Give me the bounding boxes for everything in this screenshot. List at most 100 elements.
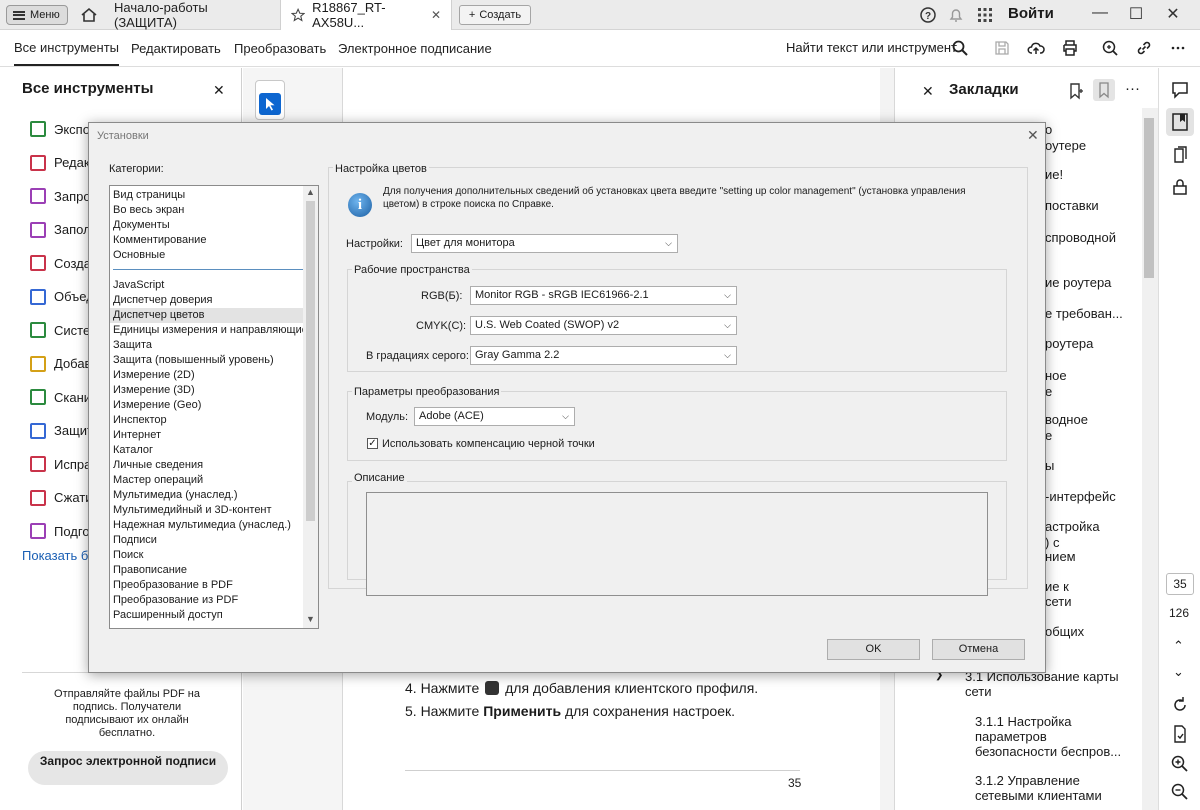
- more-options-icon[interactable]: [1169, 39, 1187, 57]
- bookmark-item[interactable]: ы: [1045, 458, 1054, 473]
- tab-e-sign[interactable]: Электронное подписание: [338, 30, 492, 66]
- category-item-selected[interactable]: Диспетчер цветов: [110, 308, 303, 323]
- categories-scrollbar[interactable]: ▲ ▼: [303, 186, 318, 628]
- star-icon[interactable]: [291, 7, 306, 23]
- scroll-down-icon[interactable]: ▼: [306, 614, 315, 624]
- tool-item[interactable]: Созда: [30, 252, 91, 274]
- bookmark-item[interactable]: сети: [965, 684, 992, 699]
- bookmark-item[interactable]: е: [1045, 384, 1052, 399]
- category-item[interactable]: Измерение (3D): [113, 383, 195, 398]
- bookmark-item[interactable]: ие к: [1045, 579, 1069, 594]
- close-bookmarks-icon[interactable]: ✕: [922, 83, 934, 100]
- category-item[interactable]: Инспектор: [113, 413, 167, 428]
- category-item[interactable]: Мультимедиа (унаслед.): [113, 488, 237, 503]
- categories-scroll-thumb[interactable]: [306, 201, 315, 521]
- print-icon[interactable]: [1061, 39, 1079, 57]
- prev-page-icon[interactable]: ⌃: [1173, 638, 1184, 654]
- category-item[interactable]: Во весь экран: [113, 203, 184, 218]
- pages-icon[interactable]: [1170, 145, 1190, 165]
- category-item[interactable]: Каталог: [113, 443, 153, 458]
- ok-button[interactable]: OK: [827, 639, 920, 660]
- bookmark-item[interactable]: ное: [1045, 368, 1067, 383]
- categories-list[interactable]: Вид страницы Во весь экран Документы Коммен…: [109, 185, 319, 629]
- bookmarks-menu-icon[interactable]: ···: [1125, 80, 1140, 97]
- tool-item[interactable]: Подго: [30, 520, 90, 542]
- bookmark-item[interactable]: -интерфейс: [1045, 489, 1116, 504]
- category-item[interactable]: Документы: [113, 218, 170, 233]
- bookmark-item[interactable]: нием: [1045, 549, 1076, 564]
- tab-edit[interactable]: Редактировать: [131, 30, 221, 66]
- link-icon[interactable]: [1135, 39, 1153, 57]
- category-item[interactable]: Надежная мультимедиа (унаслед.): [113, 518, 291, 533]
- home-icon[interactable]: [80, 6, 98, 24]
- comment-icon[interactable]: [1170, 80, 1190, 100]
- zoom-in-icon[interactable]: [1170, 754, 1190, 774]
- settings-select[interactable]: Цвет для монитора ⌵: [411, 234, 678, 253]
- bookmark-item[interactable]: 3.1.2 Управление: [975, 773, 1080, 788]
- category-item[interactable]: Вид страницы: [113, 188, 185, 203]
- save-icon[interactable]: [993, 39, 1011, 57]
- minimize-button[interactable]: —: [1089, 4, 1111, 26]
- category-item[interactable]: Комментирование: [113, 233, 206, 248]
- menu-button[interactable]: Меню: [6, 5, 68, 25]
- bookmark-item[interactable]: о: [1045, 122, 1052, 137]
- zoom-out-icon[interactable]: [1170, 782, 1190, 802]
- category-item[interactable]: Преобразование в PDF: [113, 578, 233, 593]
- category-item[interactable]: Подписи: [113, 533, 157, 548]
- cancel-button[interactable]: Отмена: [932, 639, 1025, 660]
- category-item[interactable]: Измерение (Geo): [113, 398, 201, 413]
- bookmark-item[interactable]: водное: [1045, 412, 1088, 427]
- dialog-close-icon[interactable]: ✕: [1027, 127, 1039, 144]
- tool-item[interactable]: Запол: [30, 219, 91, 241]
- tab-document[interactable]: R18867_RT-AX58U... ✕: [280, 0, 452, 30]
- apps-grid-icon[interactable]: [976, 6, 994, 24]
- sign-in-button[interactable]: Войти: [1008, 5, 1054, 22]
- show-more-link[interactable]: Показать бо: [22, 548, 96, 563]
- module-select[interactable]: Adobe (ACE) ⌵: [414, 407, 575, 426]
- select-pointer-button[interactable]: [259, 93, 281, 115]
- bookmarks-scroll-thumb[interactable]: [1144, 118, 1154, 278]
- bookmark-item[interactable]: ие роутера: [1045, 275, 1111, 290]
- lock-icon[interactable]: [1170, 177, 1190, 197]
- category-item[interactable]: Основные: [113, 248, 165, 263]
- tool-item[interactable]: Защит: [30, 420, 93, 442]
- category-item[interactable]: Измерение (2D): [113, 368, 195, 383]
- rgb-select[interactable]: Monitor RGB - sRGB IEC61966-2.1 ⌵: [470, 286, 737, 305]
- tab-all-tools[interactable]: Все инструменты: [14, 30, 119, 66]
- create-button[interactable]: + Создать: [459, 5, 531, 25]
- tool-item[interactable]: Скани: [30, 386, 91, 408]
- bookmark-item[interactable]: безопасности беспров...: [975, 744, 1121, 759]
- category-item[interactable]: Личные сведения: [113, 458, 203, 473]
- help-icon[interactable]: ?: [919, 6, 937, 24]
- upload-cloud-icon[interactable]: [1027, 39, 1045, 57]
- find-tool-label[interactable]: Найти текст или инструмент: [786, 40, 957, 55]
- category-item[interactable]: Единицы измерения и направляющие: [113, 323, 308, 338]
- bookmark-item[interactable]: роутера: [1045, 336, 1093, 351]
- category-item[interactable]: Защита (повышенный уровень): [113, 353, 274, 368]
- category-item[interactable]: Интернет: [113, 428, 161, 443]
- category-item[interactable]: Мультимедийный и 3D-контент: [113, 503, 272, 518]
- request-signature-button[interactable]: Запрос электронной подписи: [28, 751, 228, 785]
- tool-item[interactable]: Редак: [30, 152, 90, 174]
- maximize-button[interactable]: ☐: [1125, 4, 1147, 26]
- bookmark-item[interactable]: ие!: [1045, 167, 1063, 182]
- category-item[interactable]: Поиск: [113, 548, 143, 563]
- tab-convert[interactable]: Преобразовать: [234, 30, 326, 66]
- bookmark-item[interactable]: е: [1045, 428, 1052, 443]
- next-page-icon[interactable]: ⌄: [1173, 664, 1184, 680]
- category-item[interactable]: JavaScript: [113, 278, 164, 293]
- category-item[interactable]: Преобразование из PDF: [113, 593, 238, 608]
- close-tab-icon[interactable]: ✕: [431, 8, 441, 22]
- gray-select[interactable]: Gray Gamma 2.2 ⌵: [470, 346, 737, 365]
- category-item[interactable]: Расширенный доступ: [113, 608, 223, 623]
- page-info-icon[interactable]: [1170, 724, 1190, 744]
- bookmark-item[interactable]: спроводной: [1045, 230, 1116, 245]
- category-item[interactable]: Правописание: [113, 563, 187, 578]
- tool-item[interactable]: Запро: [30, 185, 91, 207]
- bookmark-item[interactable]: сети: [1045, 594, 1072, 609]
- search-share-icon[interactable]: [1101, 39, 1119, 57]
- tool-item[interactable]: Объед: [30, 286, 94, 308]
- current-page-field[interactable]: 35: [1166, 573, 1194, 595]
- tool-item[interactable]: Испра: [30, 453, 91, 475]
- tool-item[interactable]: Систе: [30, 319, 90, 341]
